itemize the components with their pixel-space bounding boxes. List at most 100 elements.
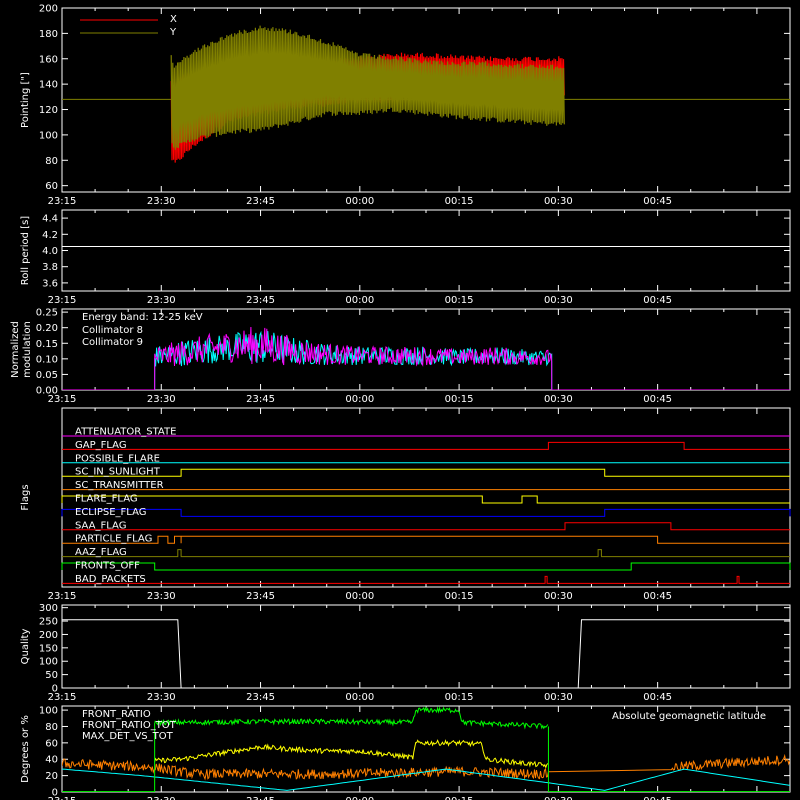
x-tick-label: 00:30 — [544, 196, 573, 207]
x-tick-label: 00:00 — [345, 295, 374, 306]
y-axis-label: Normalized — [10, 321, 21, 378]
flag-label-eclipse_flag: ECLIPSE_FLAG — [75, 507, 146, 518]
x-tick-label: 23:30 — [147, 796, 176, 800]
x-tick-label: 00:00 — [345, 394, 374, 405]
x-tick-label: 00:15 — [445, 295, 474, 306]
x-tick-label: 00:45 — [643, 394, 672, 405]
y-tick-label: 40 — [45, 755, 58, 766]
y-tick-label: 150 — [39, 643, 58, 654]
flag-label-aaz_flag: AAZ_FLAG — [75, 547, 127, 558]
y-tick-label: 50 — [45, 670, 58, 681]
ratio-series-1 — [154, 706, 549, 730]
x-tick-label: 00:00 — [345, 591, 374, 602]
flag-line-gap_flag — [62, 441, 790, 450]
flag-line-fronts_off — [61, 562, 791, 571]
x-tick-label: 00:30 — [544, 394, 573, 405]
legend-label-Y: Y — [169, 27, 177, 38]
y-tick-label: 100 — [39, 657, 58, 668]
legend-label-X: X — [170, 14, 177, 25]
y-tick-label: 160 — [39, 54, 58, 65]
flag-label-flare_flag: FLARE_FLAG — [75, 494, 138, 505]
y-tick-label: 0.15 — [36, 339, 58, 350]
x-tick-label: 23:30 — [147, 591, 176, 602]
y-tick-label: 140 — [39, 80, 58, 91]
y-axis-label: modulation — [22, 321, 33, 378]
panel-frame-1 — [61, 209, 791, 292]
y-tick-label: 0 — [52, 684, 58, 695]
y-tick-label: 4.4 — [42, 214, 58, 225]
flag-label-gap_flag: GAP_FLAG — [75, 440, 127, 451]
flag-label-bad_packets: BAD_PACKETS — [75, 574, 146, 585]
y-tick-label: 0.10 — [36, 354, 58, 365]
flag-line-sc_in_sunlight — [62, 468, 790, 477]
y-tick-label: 20 — [45, 771, 58, 782]
y-tick-label: 120 — [39, 105, 58, 116]
x-tick-label: 00:15 — [445, 591, 474, 602]
pointing-plot — [62, 25, 790, 163]
flag-line-bad_packets — [62, 575, 790, 584]
legend-label-2: MAX_DET_VS_TOT — [82, 731, 174, 742]
x-tick-label: 23:45 — [246, 692, 275, 703]
flag-line-flare_flag — [61, 495, 790, 504]
ratio-series-0 — [154, 739, 549, 769]
panel-frame-4 — [61, 604, 791, 689]
x-tick-label: 00:30 — [544, 692, 573, 703]
x-tick-label: 00:15 — [445, 796, 474, 800]
legend-label-1: FRONT_RATIO_TOT — [82, 720, 177, 731]
x-tick-label: 23:45 — [246, 295, 275, 306]
y-tick-label: 0.25 — [36, 308, 58, 319]
x-tick-label: 00:45 — [643, 295, 672, 306]
x-tick-label: 23:30 — [147, 196, 176, 207]
legend-label-0: Collimator 8 — [82, 325, 143, 336]
ratio-series-2 — [62, 753, 790, 781]
flag-label-sc_in_sunlight: SC_IN_SUNLIGHT — [75, 467, 161, 478]
y-tick-label: 0.20 — [36, 323, 58, 334]
y-axis-label: Roll period [s] — [20, 216, 31, 285]
x-tick-label: 23:45 — [246, 196, 275, 207]
plot-canvas: 23:15 23:30 23:45 00:00 00:15 00:30 00:45 60 80 1… — [10, 4, 791, 800]
flag-line-saa_flag — [62, 522, 790, 531]
flag-label-attenuator_state: ATTENUATOR_STATE — [75, 427, 176, 438]
flag-line-particle_flag — [62, 535, 790, 544]
y-tick-label: 60 — [45, 738, 58, 749]
x-tick-label: 23:45 — [246, 796, 275, 800]
x-tick-label: 23:15 — [48, 196, 77, 207]
x-tick-label: 00:30 — [544, 295, 573, 306]
y-tick-label: 80 — [45, 156, 58, 167]
x-tick-label: 00:15 — [445, 692, 474, 703]
x-tick-label: 00:15 — [445, 394, 474, 405]
x-tick-label: 00:00 — [345, 796, 374, 800]
y-axis-label: Quality — [20, 629, 31, 665]
x-tick-label: 23:15 — [48, 591, 77, 602]
x-tick-label: 00:30 — [544, 591, 573, 602]
flag-label-saa_flag: SAA_FLAG — [75, 520, 126, 531]
y-tick-label: 4.0 — [42, 246, 58, 257]
x-tick-label: 23:30 — [147, 394, 176, 405]
legend-label-3: Absolute geomagnetic latitude — [612, 711, 766, 722]
modulation-series-1 — [62, 326, 790, 390]
y-tick-label: 250 — [39, 617, 58, 628]
y-tick-label: 80 — [45, 722, 58, 733]
y-tick-label: 3.8 — [42, 262, 58, 273]
pointing-series-Y — [170, 25, 565, 150]
y-tick-label: 180 — [39, 29, 58, 40]
y-tick-label: 60 — [45, 181, 58, 192]
x-tick-label: 23:45 — [246, 394, 275, 405]
y-tick-label: 200 — [39, 4, 58, 15]
flag-line-eclipse_flag — [61, 508, 791, 517]
x-tick-label: 00:15 — [445, 196, 474, 207]
y-tick-label: 100 — [39, 130, 58, 141]
x-tick-label: 23:15 — [48, 295, 77, 306]
y-axis-label: Flags — [20, 484, 31, 510]
x-tick-label: 00:45 — [643, 591, 672, 602]
x-tick-label: 00:30 — [544, 796, 573, 800]
y-tick-label: 0.05 — [36, 370, 58, 381]
y-tick-label: 0 — [52, 788, 58, 799]
modulation-annotation: Energy band: 12-25 keV — [82, 312, 203, 323]
flag-label-sc_transmitter: SC_TRANSMITTER — [75, 480, 164, 491]
y-tick-label: 100 — [39, 706, 58, 717]
y-tick-label: 3.6 — [42, 278, 58, 289]
y-tick-label: 200 — [39, 630, 58, 641]
x-tick-label: 00:00 — [345, 692, 374, 703]
modulation-plot — [62, 326, 790, 390]
